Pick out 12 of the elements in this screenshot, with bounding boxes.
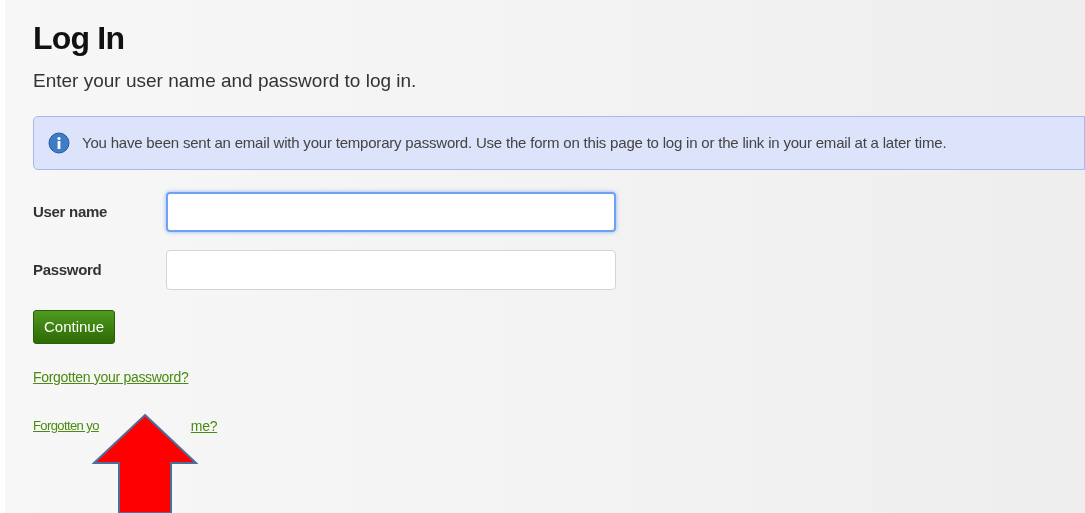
page-subtitle: Enter your user name and password to log in. (33, 69, 418, 93)
notice-text: You have been sent an email with your temporary password. Use the form on this page to log in or the link in your email at a later time. (82, 132, 947, 153)
info-icon (48, 132, 70, 154)
forgot-username-link[interactable]: me? (190, 416, 218, 437)
continue-button[interactable]: Continue (33, 310, 116, 344)
field-label: Password (33, 259, 103, 280)
input-field[interactable] (166, 250, 616, 290)
page-title: Log In (33, 19, 126, 58)
input-field[interactable] (166, 192, 616, 232)
forgot-password-link[interactable]: Forgotten your password? (33, 367, 189, 388)
field-label: User name (33, 201, 108, 222)
forgot-username-link[interactable]: Forgotten yo (33, 416, 99, 437)
